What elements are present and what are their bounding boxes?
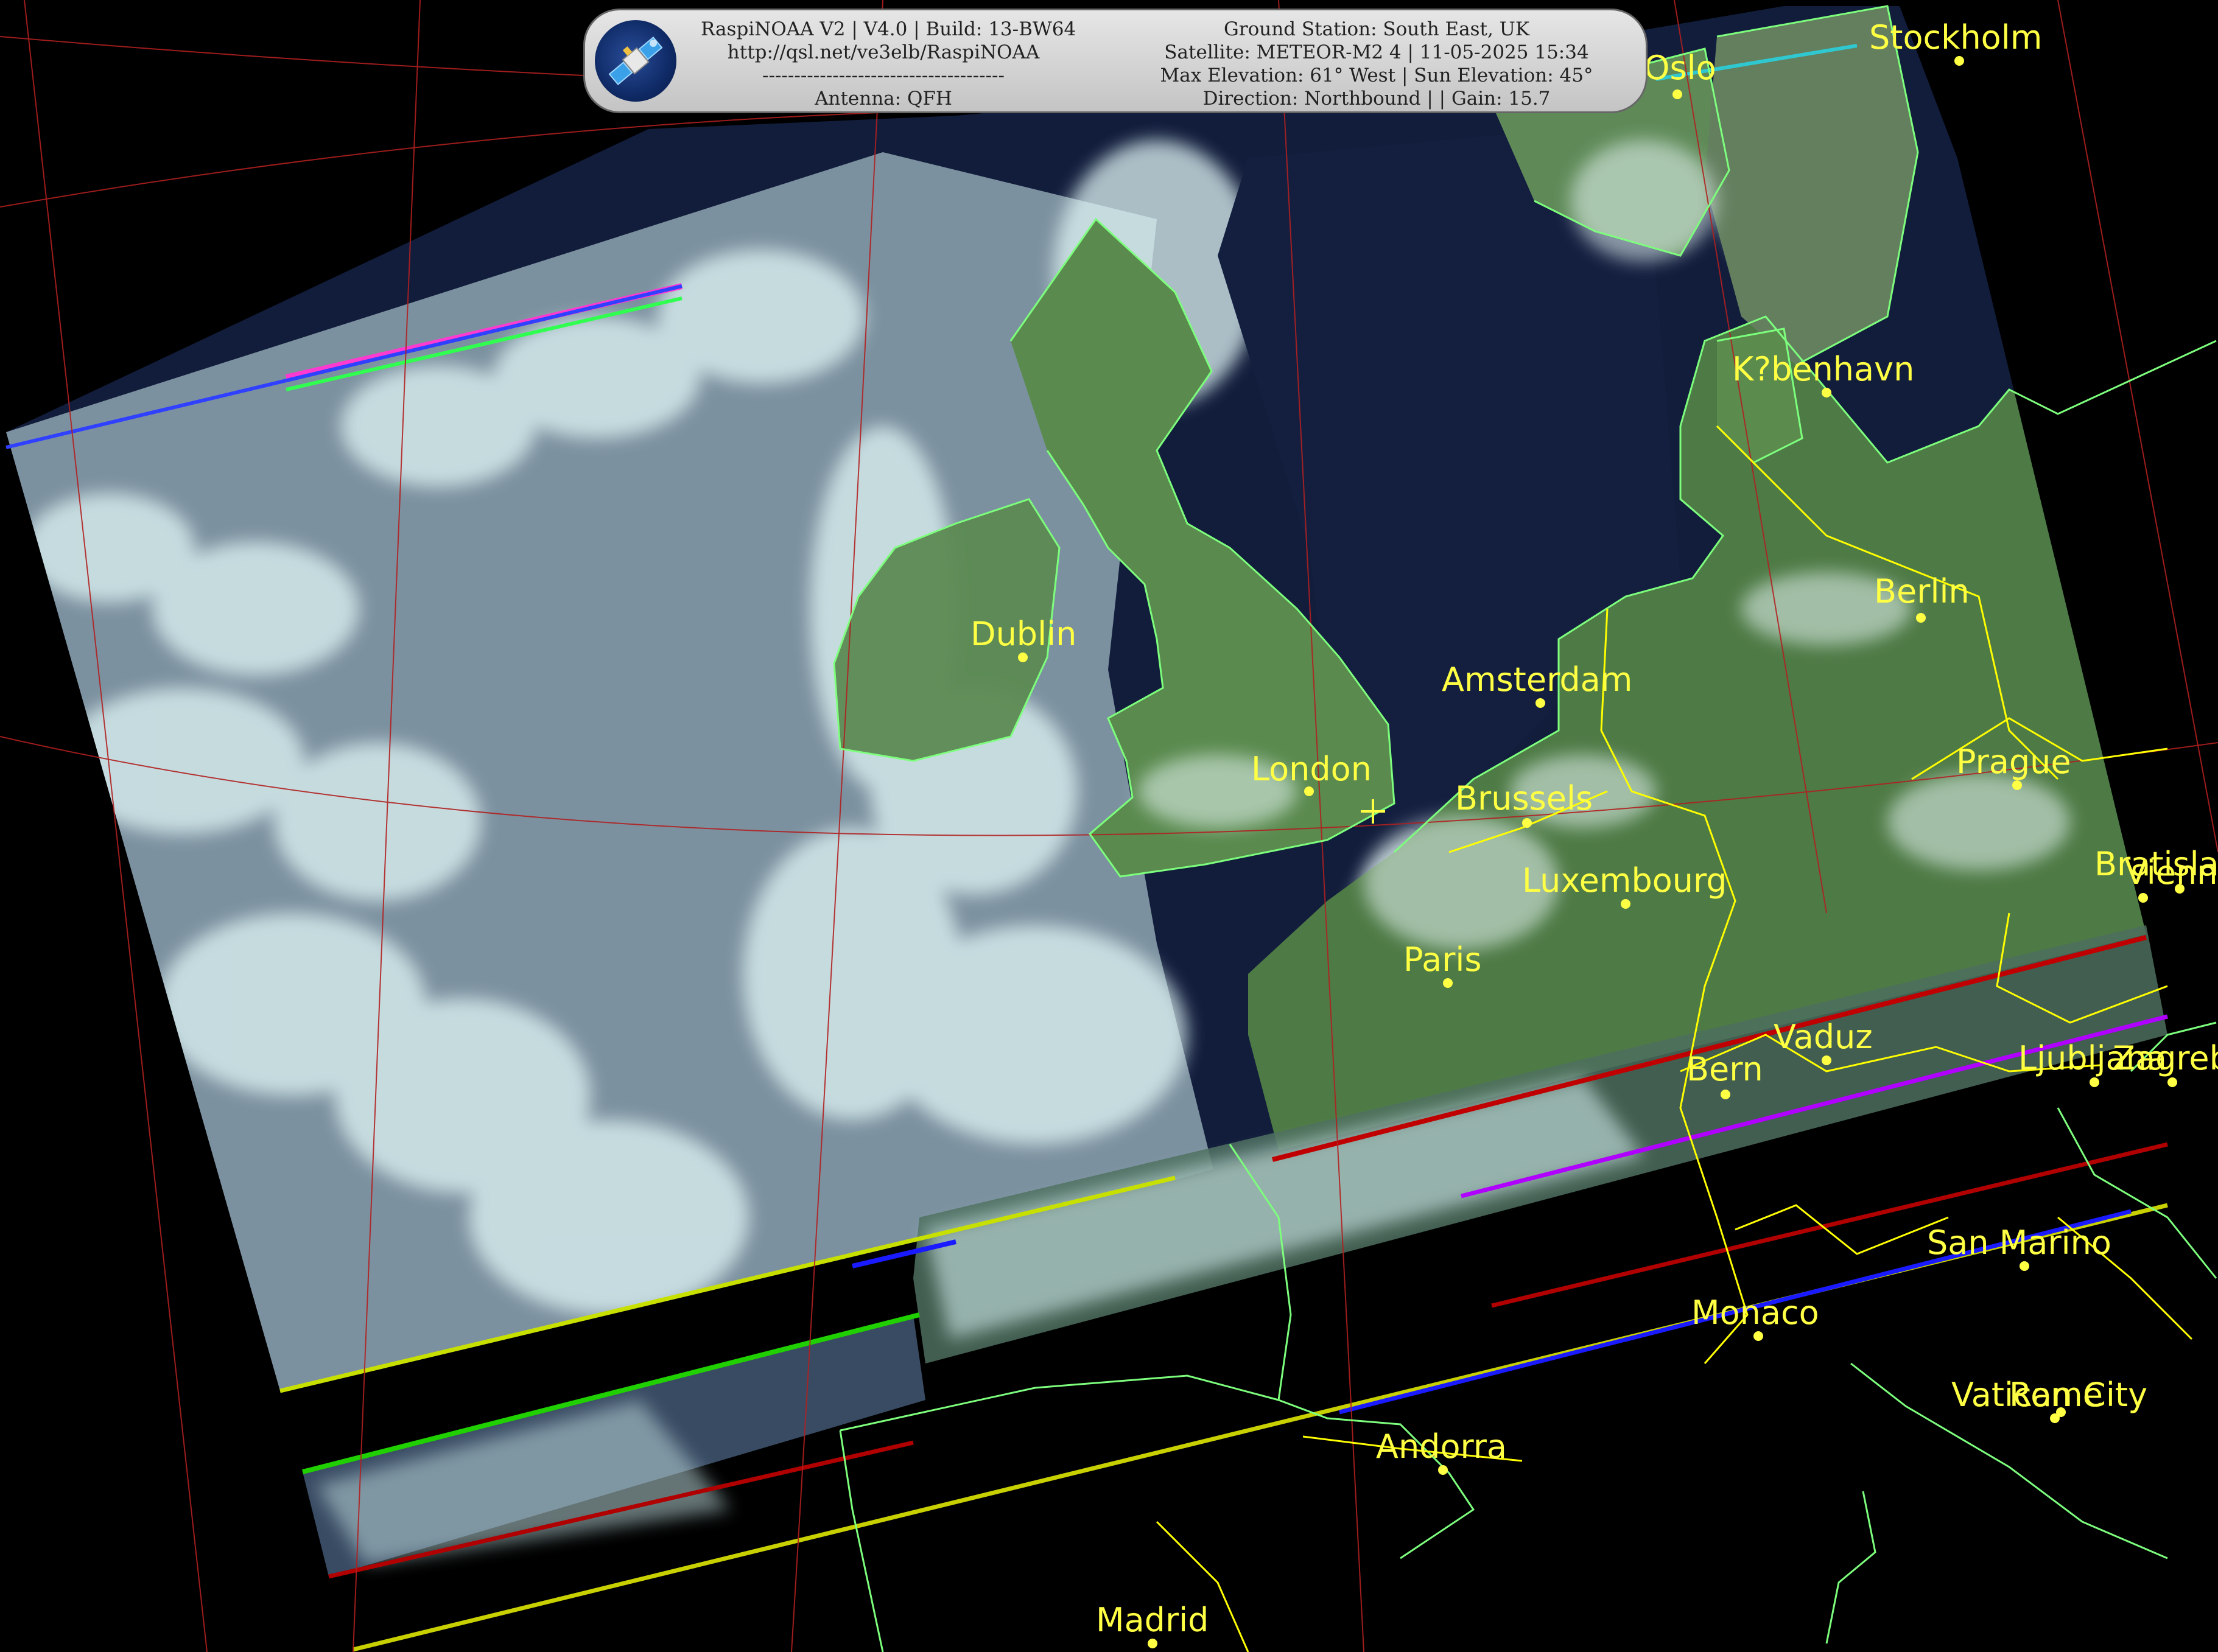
city-dot bbox=[1018, 653, 1028, 662]
software-info: RaspiNOAA V2 | V4.0 | Build: 13-BW64 htt… bbox=[701, 18, 1076, 110]
software-version: RaspiNOAA V2 | V4.0 | Build: 13-BW64 bbox=[701, 18, 1076, 40]
city-label: London bbox=[1251, 750, 1372, 788]
city-label: Bern bbox=[1686, 1050, 1763, 1088]
city-label: K?benhavn bbox=[1732, 350, 1914, 388]
city-label: Amsterdam bbox=[1442, 660, 1632, 699]
city-dot bbox=[1438, 1465, 1448, 1475]
city-dot bbox=[1535, 698, 1545, 708]
city-label: Luxembourg bbox=[1522, 861, 1727, 900]
city-dot bbox=[1753, 1331, 1763, 1341]
city-dot bbox=[2167, 1077, 2177, 1087]
header-separator: -------------------------------------- bbox=[762, 65, 1005, 86]
city-dot bbox=[1916, 613, 1926, 623]
city-label: Madrid bbox=[1096, 1601, 1209, 1639]
city-label: Dublin bbox=[970, 615, 1076, 653]
city-dot bbox=[2020, 1261, 2029, 1271]
city-dot bbox=[1621, 899, 1630, 909]
direction-gain: Direction: Northbound | | Gain: 15.7 bbox=[1202, 88, 1551, 110]
city-label: Prague bbox=[1956, 743, 2071, 781]
city-label: San Marino bbox=[1927, 1223, 2111, 1262]
city-label: Andorra bbox=[1376, 1427, 1507, 1466]
city-dot bbox=[2138, 893, 2148, 903]
city-dot bbox=[1443, 978, 1453, 988]
city-label: Rome bbox=[2009, 1376, 2103, 1414]
antenna-info: Antenna: QFH bbox=[815, 88, 952, 110]
satellite-info: Satellite: METEOR-M2 4 | 11-05-2025 15:3… bbox=[1164, 41, 1589, 63]
city-label: Berlin bbox=[1874, 572, 1970, 611]
city-rome: Rome bbox=[2009, 1376, 2103, 1417]
city-dot bbox=[2012, 780, 2022, 790]
city-label: Vaduz bbox=[1774, 1018, 1873, 1056]
city-dot bbox=[1148, 1639, 1157, 1648]
city-label: Vienna bbox=[2125, 853, 2218, 892]
pass-info-header: RaspiNOAA V2 | V4.0 | Build: 13-BW64 htt… bbox=[583, 9, 1648, 113]
software-url: http://qsl.net/ve3elb/RaspiNOAA bbox=[727, 41, 1040, 63]
city-dot bbox=[2090, 1077, 2099, 1087]
city-dot bbox=[1822, 1055, 1831, 1065]
city-label: Oslo bbox=[1644, 49, 1716, 87]
city-dot bbox=[1721, 1090, 1730, 1099]
city-label: Stockholm bbox=[1869, 18, 2042, 57]
city-label: Brussels bbox=[1455, 779, 1593, 817]
city-dot bbox=[1822, 388, 1831, 397]
elevation-info: Max Elevation: 61° West | Sun Elevation:… bbox=[1160, 65, 1593, 86]
satellite-logo-icon bbox=[595, 20, 676, 102]
city-dot bbox=[1954, 56, 1964, 66]
satellite-map: Stockholm Oslo K?benhavn Berlin Dublin Amster… bbox=[0, 0, 2218, 1652]
pass-details: Ground Station: South East, UK Satellite… bbox=[1121, 18, 1632, 110]
city-dot bbox=[1672, 89, 1682, 99]
city-label: Monaco bbox=[1691, 1293, 1819, 1332]
city-label: Paris bbox=[1403, 940, 1482, 979]
city-label: Zagreb bbox=[2113, 1039, 2218, 1077]
ground-station: Ground Station: South East, UK bbox=[1224, 18, 1529, 40]
city-dot bbox=[1522, 818, 1532, 828]
